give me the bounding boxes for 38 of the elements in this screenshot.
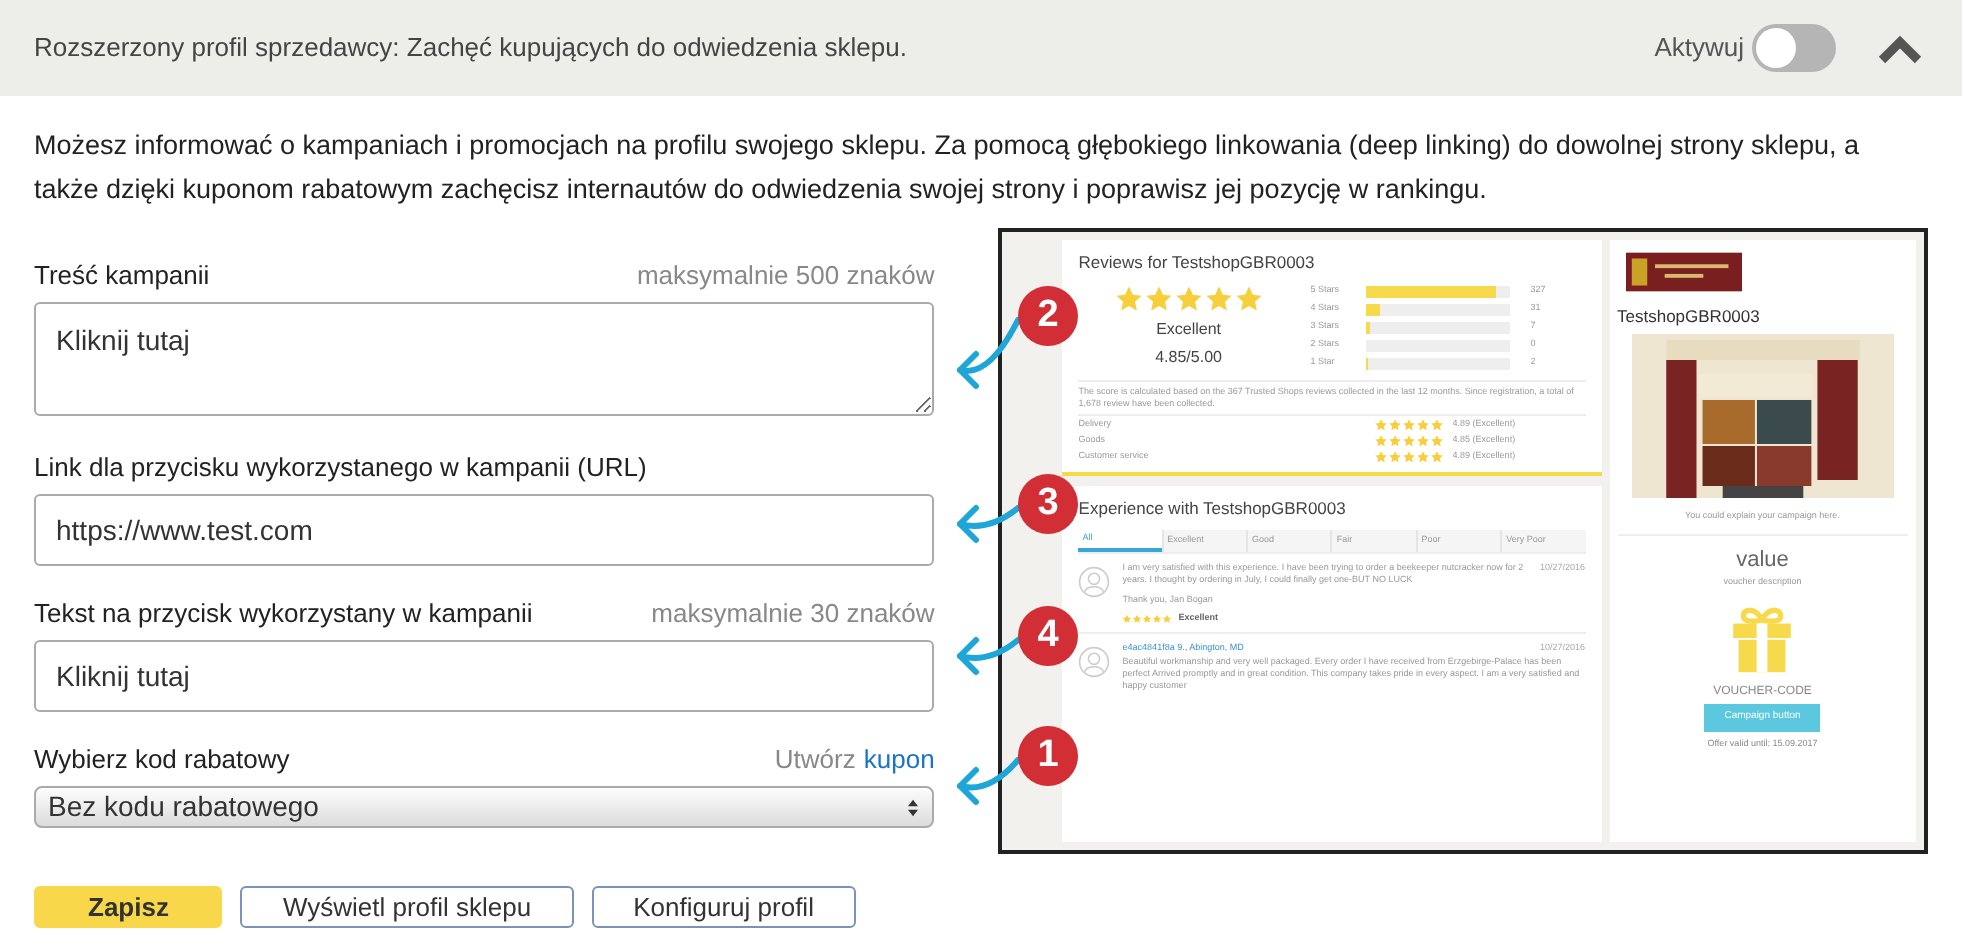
campaign-text-field[interactable]: Kliknij tutaj <box>34 302 935 416</box>
coupon-select[interactable]: Bez kodu rabatowego <box>34 786 935 828</box>
callout-arrow <box>957 637 1021 675</box>
star-icon <box>1113 283 1144 314</box>
link-prefix: Utwórz <box>774 741 856 777</box>
experience-title: Experience with TestshopGBR0003 <box>1078 495 1348 521</box>
field-label: Tekst na przycisk wykorzystany w kampanii <box>34 595 533 632</box>
field-hint: maksymalnie 30 znaków <box>651 595 935 632</box>
shop-name: TestshopGBR0003 <box>1617 304 1760 330</box>
field-label: Wybierz kod rabatowy <box>34 741 290 778</box>
create-coupon-link[interactable]: kupon <box>863 739 935 778</box>
avatar-icon <box>1078 646 1111 678</box>
text-input-field[interactable]: Kliknij tutaj <box>34 640 935 712</box>
score-text: 4.85/5.00 <box>1155 345 1222 370</box>
rating-word: Excellent <box>1156 317 1222 342</box>
save-button[interactable]: Zapisz <box>34 886 223 928</box>
shop-logo <box>1625 252 1741 292</box>
profile-button[interactable]: Konfiguruj profil <box>591 886 856 928</box>
profile-button[interactable]: Wyświetl profil sklepu <box>240 886 574 928</box>
star-icon <box>1233 283 1264 314</box>
text-input-field[interactable]: https://www.test.com <box>34 494 935 566</box>
toggle-label: Aktywuj <box>1654 30 1744 67</box>
star-icon <box>1143 283 1174 314</box>
select-arrows-icon <box>906 797 921 817</box>
intro-text: Możesz informować o kampaniach i promocjach na profilu swojego sklepu. Za pomocą głębokiego linkowania (deep linking) do dowolnej strony sklepu, a także dzięki kuponom rabatowym zachęcisz internautów do odwiedzenia swojej strony i poprawisz jej pozycję w rankingu. <box>32 128 1861 208</box>
reviews-title: Reviews for TestshopGBR0003 <box>1078 250 1317 276</box>
callout-arrow <box>957 757 1021 805</box>
star-icon <box>1173 283 1204 314</box>
panel-title: Rozszerzony profil sprzedawcy: Zachęć kupujących do odwiedzenia sklepu. <box>34 30 907 67</box>
field-label: Link dla przycisku wykorzystanego w kampanii (URL) <box>34 449 647 486</box>
activate-toggle[interactable] <box>1752 24 1836 72</box>
callout-arrow <box>957 505 1021 543</box>
avatar-icon <box>1078 565 1111 597</box>
field-hint: maksymalnie 500 znaków <box>636 257 935 294</box>
callout-arrow <box>957 317 1021 389</box>
star-icon <box>1203 283 1234 314</box>
voucher-value: value <box>1736 545 1789 575</box>
field-label: Treść kampanii <box>34 257 210 294</box>
